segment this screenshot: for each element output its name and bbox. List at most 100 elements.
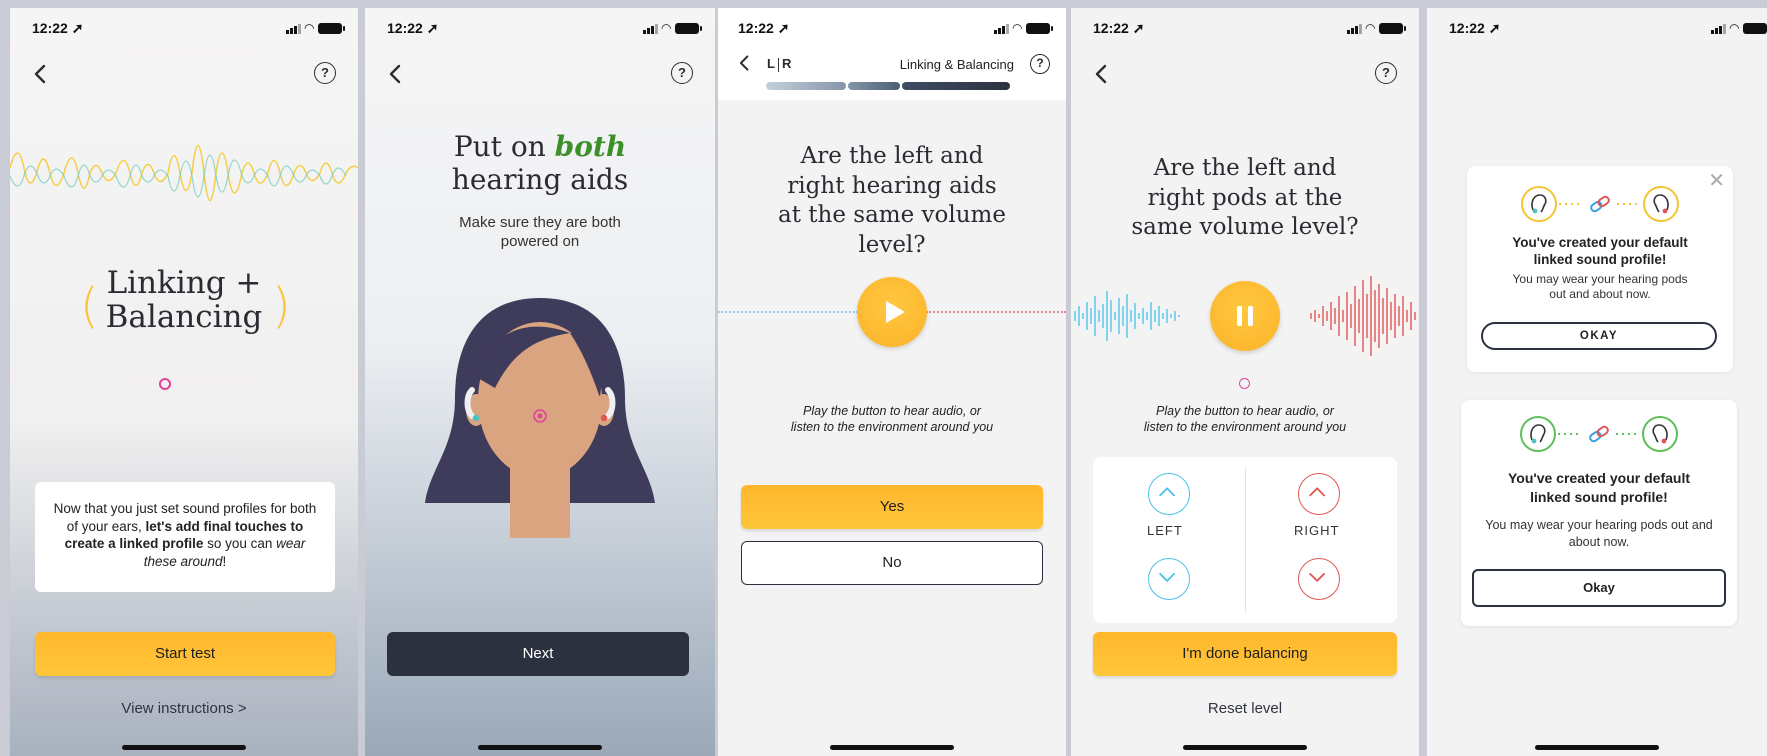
battery-icon	[1743, 23, 1767, 34]
header-bar: 12:22 ➚ ◠ LR Linking & Balancing ?	[718, 8, 1066, 100]
success-modal-variant-1: ✕ You've created your default linked sou…	[1467, 166, 1733, 372]
lr-ear-indicator: LR	[764, 56, 794, 72]
status-bar: 12:22 ➚ ◠	[10, 18, 358, 38]
okay-button[interactable]: Okay	[1472, 569, 1726, 607]
status-time: 12:22 ➚	[738, 20, 790, 36]
okay-button[interactable]: OKAY	[1481, 322, 1717, 350]
progress-bar	[766, 82, 1010, 90]
linked-hearing-aids-icon	[1521, 186, 1679, 222]
pause-icon	[1237, 306, 1253, 326]
done-balancing-button[interactable]: I'm done balancing	[1093, 632, 1397, 676]
subtitle-line-1: Make sure they are both	[459, 214, 621, 231]
subtitle-line-2: powered on	[500, 233, 580, 250]
indicator-dot	[1239, 378, 1250, 389]
lr-right-label: R	[781, 56, 792, 71]
modal-body: You may wear your hearing pods out and a…	[1485, 518, 1713, 549]
lr-left-label: L	[767, 56, 775, 71]
status-icons: ◠	[994, 22, 1053, 34]
title-emphasis: both	[554, 130, 627, 163]
wifi-icon: ◠	[661, 21, 672, 35]
page-title: Linking + Balancing	[10, 266, 358, 334]
close-icon[interactable]: ✕	[1708, 168, 1725, 193]
indicator-dot	[159, 378, 171, 390]
screen-balancing: 12:22 ➚ ◠ ? Are the left and right pods …	[1071, 8, 1419, 756]
success-modal-variant-2: You've created your default linked sound…	[1461, 400, 1737, 626]
divider	[1245, 467, 1246, 613]
help-icon[interactable]: ?	[314, 62, 336, 84]
play-icon	[886, 301, 905, 323]
right-volume-up-button[interactable]	[1298, 473, 1340, 515]
left-volume-down-button[interactable]	[1148, 558, 1190, 600]
back-arrow-icon[interactable]	[385, 63, 407, 85]
wifi-icon: ◠	[1365, 21, 1376, 35]
card-text: so you can	[203, 536, 277, 551]
chevron-up-icon	[1159, 487, 1175, 497]
screen-put-on-aids: 12:22 ➚ ◠ ? Put on both hearing aids Mak…	[365, 8, 715, 756]
person-wearing-hearing-aids-illustration	[425, 298, 655, 538]
screen-linking-intro: 12:22 ➚ ◠ ? ( ) Linking + Balancing Now …	[10, 8, 358, 756]
status-time: 12:22 ➚	[387, 20, 439, 36]
back-arrow-icon[interactable]	[736, 54, 754, 72]
status-icons: ◠	[1347, 21, 1406, 35]
balance-controls-card: LEFT RIGHT	[1093, 457, 1397, 623]
progress-segment	[848, 82, 900, 90]
chevron-down-icon	[1309, 572, 1325, 582]
sound-wave-graphic	[10, 145, 358, 201]
card-text: !	[222, 553, 227, 569]
right-volume-down-button[interactable]	[1298, 558, 1340, 600]
left-audio-line	[718, 311, 858, 313]
title-line-1: Linking +	[106, 265, 262, 301]
chevron-up-icon	[1309, 487, 1325, 497]
start-test-button[interactable]: Start test	[35, 632, 335, 676]
info-card: Now that you just set sound profiles for…	[35, 482, 335, 592]
back-arrow-icon[interactable]	[1091, 63, 1113, 85]
status-bar: 12:22 ➚ ◠	[1071, 18, 1419, 38]
status-time: 12:22 ➚	[1449, 20, 1501, 36]
status-icons: ◠	[1711, 22, 1767, 34]
status-bar: 12:22 ➚ ◠	[1427, 18, 1767, 38]
modal-title: You've created your default linked sound…	[1512, 235, 1688, 267]
status-time: 12:22 ➚	[32, 20, 84, 36]
header-title: Linking & Balancing	[899, 57, 1014, 72]
modal-body: You may wear your hearing pods out and a…	[1512, 272, 1688, 301]
help-icon[interactable]: ?	[671, 62, 693, 84]
subtitle: Make sure they are both powered on	[365, 213, 715, 251]
home-indicator	[122, 745, 246, 750]
progress-segment	[902, 82, 1010, 90]
home-indicator	[1535, 745, 1659, 750]
hint-text: Play the button to hear audio, or listen…	[1143, 404, 1347, 434]
right-label: RIGHT	[1294, 523, 1340, 538]
yes-button[interactable]: Yes	[741, 485, 1043, 529]
home-indicator	[830, 745, 954, 750]
wifi-icon: ◠	[1729, 21, 1740, 35]
view-instructions-link[interactable]: View instructions >	[10, 700, 358, 717]
left-volume-up-button[interactable]	[1148, 473, 1190, 515]
linked-hearing-aids-icon	[1520, 416, 1678, 452]
title-line-2: hearing aids	[451, 163, 629, 196]
reset-level-link[interactable]: Reset level	[1071, 700, 1419, 717]
status-bar: 12:22 ➚ ◠	[718, 18, 1066, 38]
next-button[interactable]: Next	[387, 632, 689, 676]
modal-title: You've created your default linked sound…	[1507, 470, 1690, 505]
question-text: Are the left and right hearing aids at t…	[778, 143, 1006, 258]
home-indicator	[1183, 745, 1307, 750]
title-text: Put on	[453, 130, 555, 163]
help-icon[interactable]: ?	[1375, 62, 1397, 84]
battery-icon	[318, 23, 345, 34]
left-label: LEFT	[1147, 523, 1183, 538]
right-audio-line	[926, 311, 1066, 313]
question-text: Are the left and right pods at the same …	[1131, 155, 1359, 240]
pause-button[interactable]	[1210, 281, 1280, 351]
hint-text: Play the button to hear audio, or listen…	[790, 404, 994, 434]
battery-icon	[1026, 23, 1053, 34]
progress-segment	[766, 82, 846, 90]
no-button[interactable]: No	[741, 541, 1043, 585]
help-icon[interactable]: ?	[1030, 54, 1050, 74]
back-arrow-icon[interactable]	[30, 63, 52, 85]
wifi-icon: ◠	[304, 21, 315, 35]
play-button[interactable]	[857, 277, 927, 347]
status-icons: ◠	[643, 21, 702, 35]
status-time: 12:22 ➚	[1093, 20, 1145, 36]
battery-icon	[1379, 23, 1406, 34]
home-indicator	[478, 745, 602, 750]
